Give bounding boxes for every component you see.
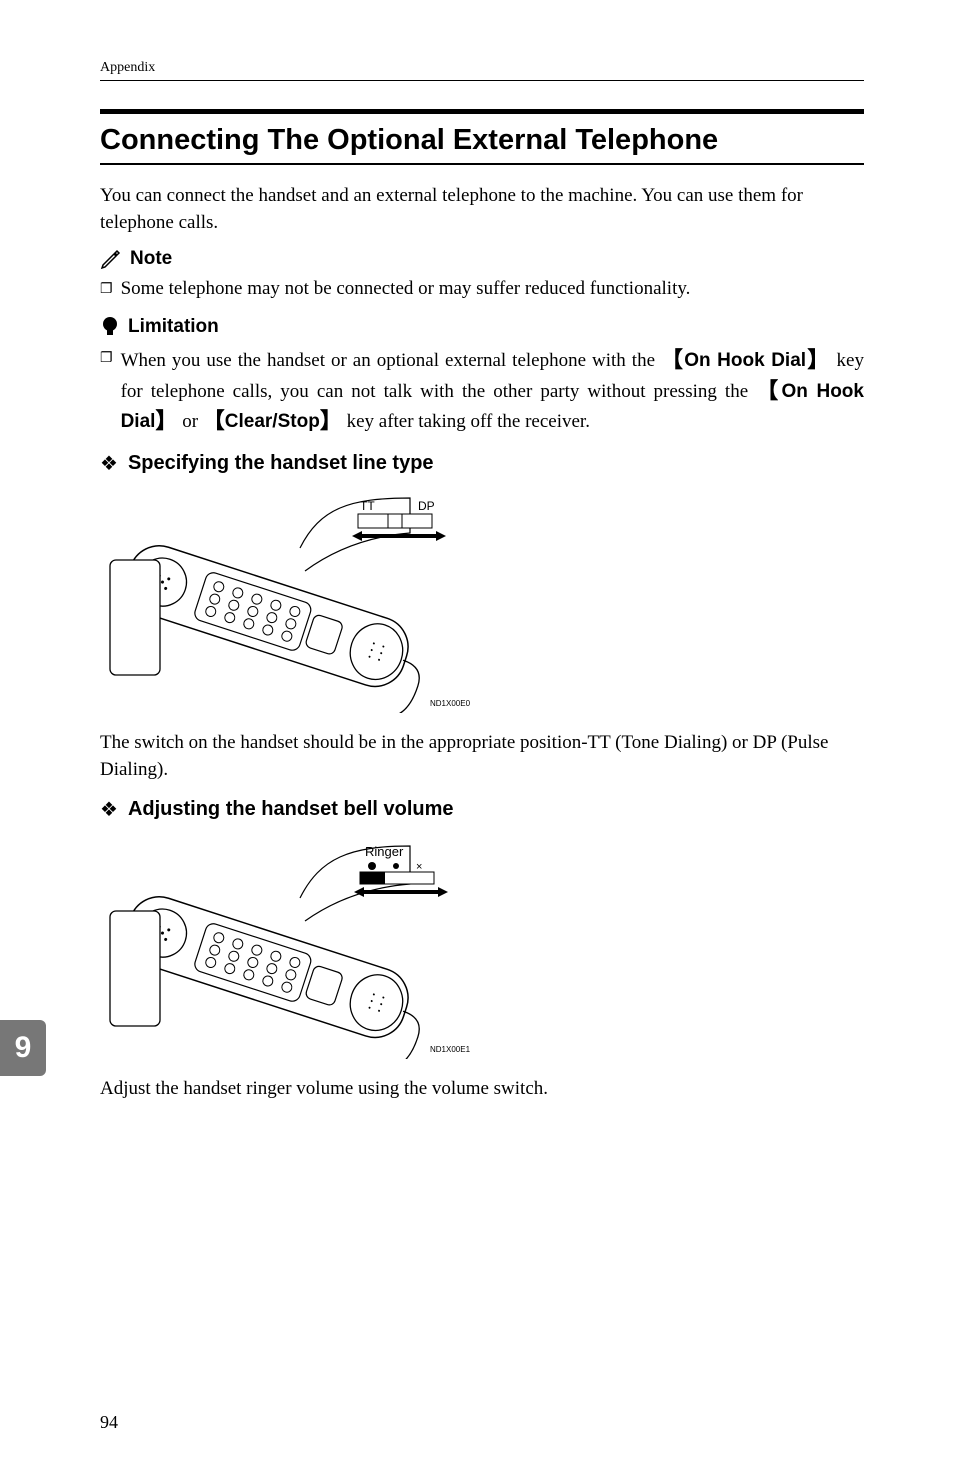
caption-volume: Adjust the handset ringer volume using t… [100, 1076, 864, 1103]
label-ringer: Ringer [365, 844, 404, 859]
limitation-p4: key after taking off the receiver. [342, 411, 590, 432]
diamond-icon: ❖ [100, 797, 118, 822]
handset-line-type-illustration: TT DP ND1X00E0 [100, 488, 864, 718]
bullet-square-icon: ❐ [100, 345, 113, 437]
limitation-label: Limitation [128, 316, 219, 338]
note-item: ❐ Some telephone may not be connected or… [100, 276, 864, 303]
caption-line-type: The switch on the handset should be in t… [100, 730, 864, 783]
illustration-code: ND1X00E0 [430, 699, 471, 708]
heading-rule [100, 109, 864, 114]
handset-volume-illustration: Ringer × ND1X00E1 [100, 834, 864, 1064]
note-item-text: Some telephone may not be connected or m… [121, 276, 864, 303]
subheading-spec-row: ❖ Specifying the handset line type [100, 451, 864, 476]
label-tt: TT [360, 499, 375, 513]
page-number: 94 [100, 1412, 118, 1433]
subheading-adjust-row: ❖ Adjusting the handset bell volume [100, 797, 864, 822]
label-dp: DP [418, 499, 435, 513]
subheading-adjust: Adjusting the handset bell volume [128, 798, 454, 821]
note-label: Note [130, 248, 172, 270]
limitation-p1: When you use the handset or an optional … [121, 350, 661, 371]
key-bracket-open: 【 [756, 378, 781, 403]
key-bracket-close: 】 [806, 347, 831, 372]
subheading-spec: Specifying the handset line type [128, 452, 434, 475]
diamond-icon: ❖ [100, 451, 118, 476]
key-on-hook-dial: On Hook Dial [684, 350, 806, 371]
limitation-text: When you use the handset or an optional … [121, 345, 864, 437]
note-label-row: Note [100, 248, 864, 270]
limitation-p3: or [177, 411, 202, 432]
main-heading: Connecting The Optional External Telepho… [100, 124, 864, 165]
key-clear-stop: Clear/Stop [225, 411, 320, 432]
key-bracket-open: 【 [203, 408, 225, 433]
svg-text:×: × [416, 861, 422, 873]
pencil-icon [100, 248, 122, 270]
page-tab: 9 [0, 1020, 46, 1076]
header-section: Appendix [100, 60, 864, 81]
lightbulb-icon [100, 315, 120, 339]
key-bracket-close: 】 [155, 408, 177, 433]
intro-paragraph: You can connect the handset and an exter… [100, 183, 864, 236]
illustration-code: ND1X00E1 [430, 1045, 471, 1054]
limitation-item: ❐ When you use the handset or an optiona… [100, 345, 864, 437]
limitation-label-row: Limitation [100, 315, 864, 339]
key-bracket-close: 】 [320, 408, 342, 433]
key-bracket-open: 【 [661, 347, 684, 372]
bullet-square-icon: ❐ [100, 276, 113, 303]
